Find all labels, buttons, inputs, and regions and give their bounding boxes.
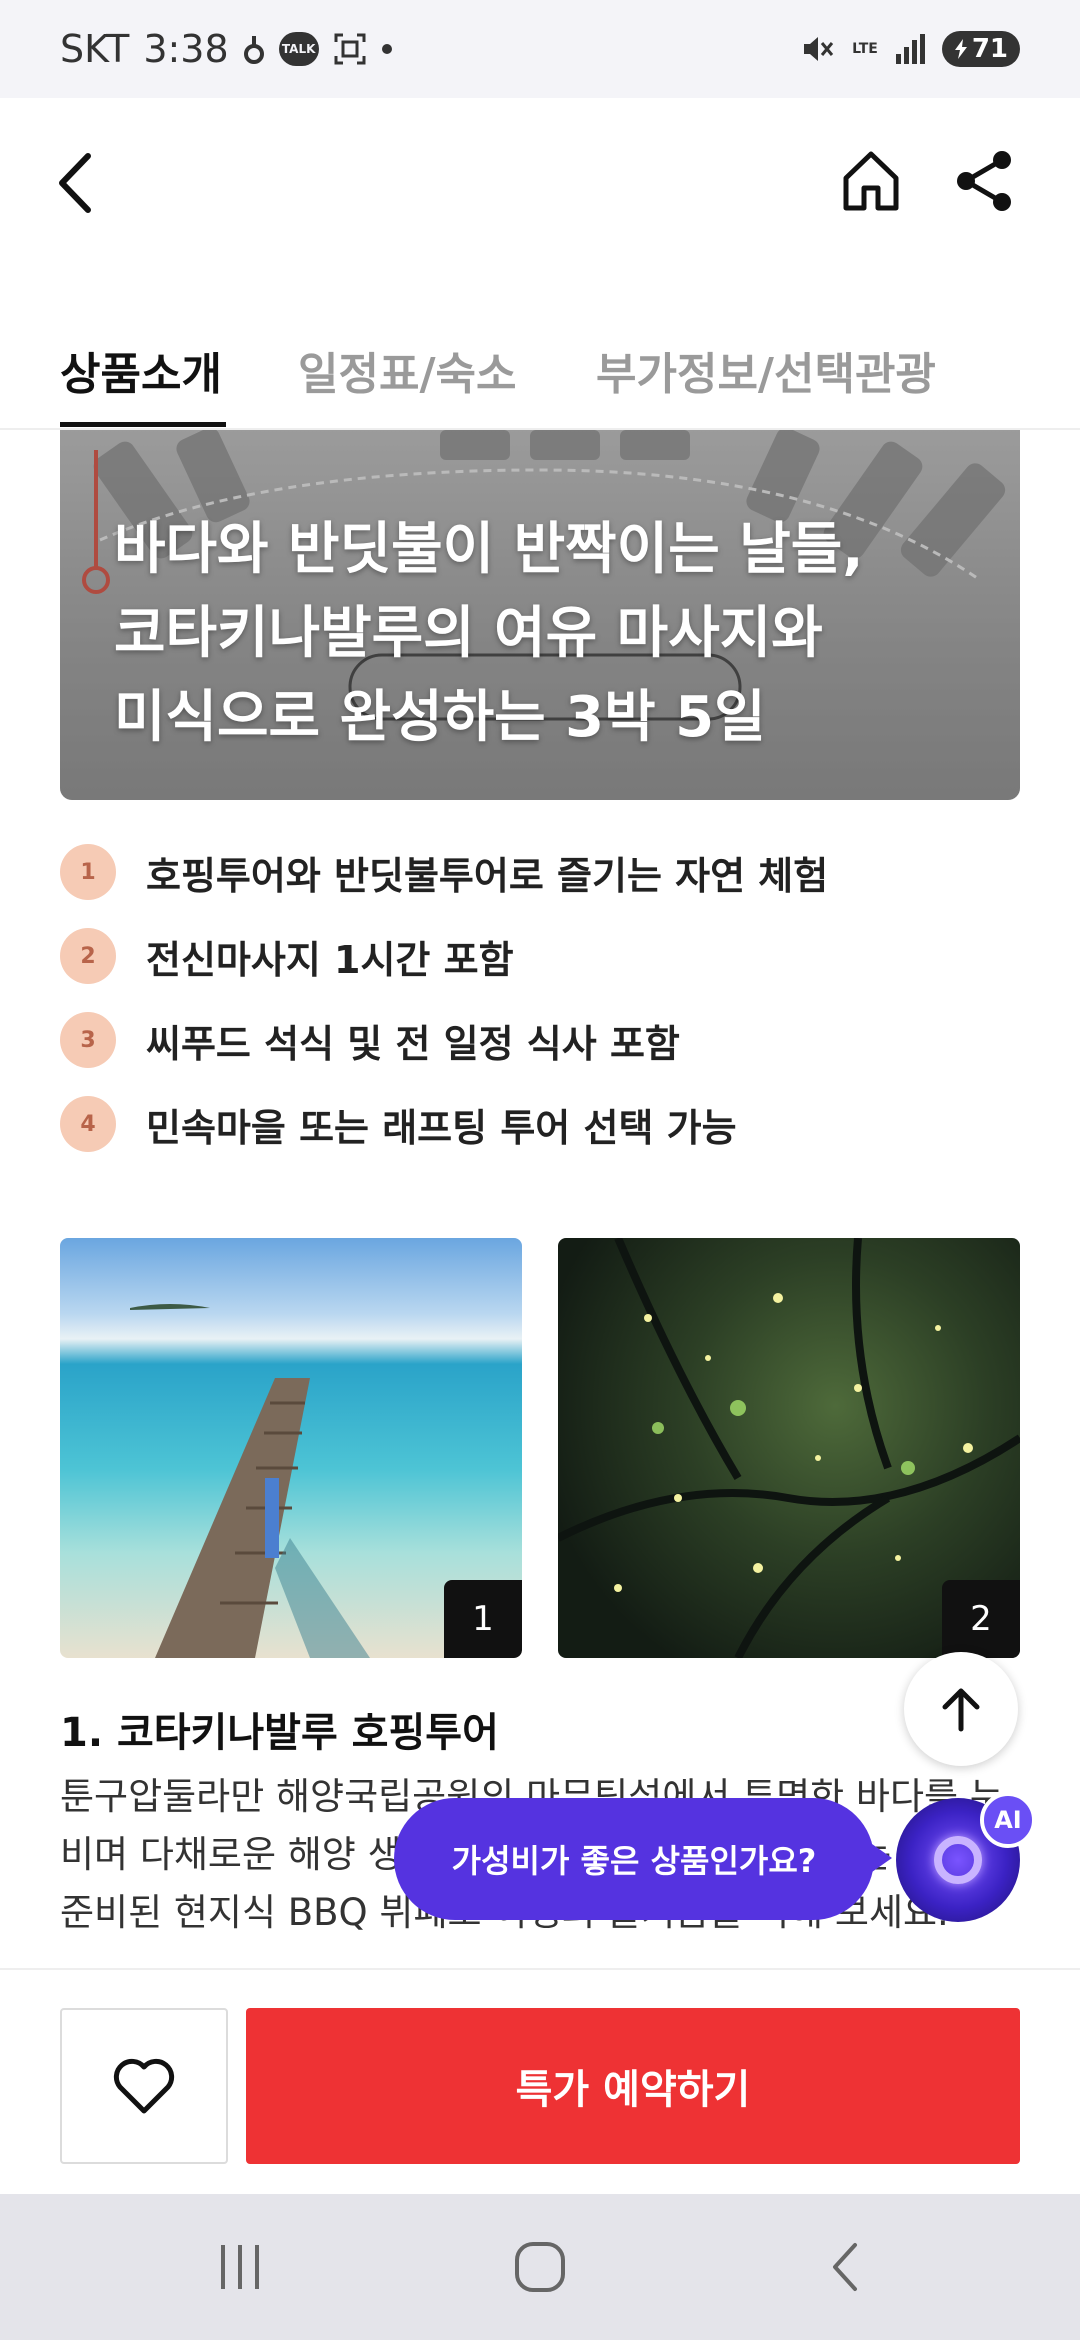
notification-icon: [243, 32, 265, 66]
tab-bar: 상품소개 일정표/숙소 부가정보/선택관광: [0, 318, 1080, 430]
photo-index-badge: 1: [444, 1580, 522, 1658]
highlight-item: 4 민속마을 또는 래프팅 투어 선택 가능: [60, 1082, 1020, 1166]
back-nav-icon: [833, 2243, 857, 2291]
ai-suggestion-bubble[interactable]: 가성비가 좋은 상품인가요?: [394, 1798, 892, 1920]
time-label: 3:38: [143, 27, 229, 71]
scroll-to-top-button[interactable]: [904, 1652, 1018, 1766]
home-button[interactable]: [838, 146, 904, 216]
photo-index-badge: 2: [942, 1580, 1020, 1658]
section-title: 1. 코타키나발루 호핑투어: [60, 1710, 499, 1756]
mute-icon: [800, 32, 836, 66]
tab-itinerary[interactable]: 일정표/숙소: [298, 338, 516, 402]
hero-title-line-1: 바다와 반딧불이 반짝이는 날들,: [114, 517, 864, 582]
hero-title-line-3: 미식으로 완성하는 3박 5일: [114, 685, 766, 750]
hero-title: 바다와 반딧불이 반짝이는 날들, 코타키나발루의 여유 마사지와 미식으로 완…: [114, 508, 974, 760]
top-header: [0, 98, 1080, 268]
highlight-item: 1 호핑투어와 반딧불투어로 즐기는 자연 체험: [60, 830, 1020, 914]
highlight-list: 1 호핑투어와 반딧불투어로 즐기는 자연 체험 2 전신마사지 1시간 포함 …: [60, 830, 1020, 1166]
back-button[interactable]: [48, 148, 112, 218]
signal-icon: [894, 32, 926, 66]
hand-three-icon: 3: [60, 1012, 116, 1068]
photo-fireflies[interactable]: 2: [558, 1238, 1020, 1658]
bottom-action-bar: 특가 예약하기: [0, 1968, 1080, 2194]
ai-badge: AI: [980, 1792, 1036, 1848]
battery-level: 71: [971, 34, 1008, 64]
highlight-item: 3 씨푸드 석식 및 전 일정 식사 포함: [60, 998, 1020, 1082]
tab-extra-info[interactable]: 부가정보/선택관광: [596, 338, 936, 402]
dot-icon: [381, 43, 393, 55]
wishlist-button[interactable]: [60, 2008, 228, 2164]
highlight-text: 호핑투어와 반딧불투어로 즐기는 자연 체험: [146, 853, 829, 898]
highlight-text: 민속마을 또는 래프팅 투어 선택 가능: [146, 1105, 737, 1150]
back-icon: [59, 153, 91, 213]
charging-icon: [954, 39, 967, 59]
share-button[interactable]: [952, 146, 1018, 216]
status-right: LTE 71: [800, 31, 1020, 67]
hand-two-icon: 2: [60, 928, 116, 984]
hero-banner: 바다와 반딧불이 반짝이는 날들, 코타키나발루의 여유 마사지와 미식으로 완…: [60, 430, 1020, 800]
tab-product-intro[interactable]: 상품소개: [60, 338, 222, 402]
status-bar: SKT 3:38 TALK LTE 71: [0, 0, 1080, 98]
screenshot-icon: [333, 32, 367, 66]
book-button[interactable]: 특가 예약하기: [246, 2008, 1020, 2164]
hero-title-line-2: 코타키나발루의 여유 마사지와: [114, 601, 823, 666]
network-label: LTE: [852, 41, 878, 57]
battery-indicator: 71: [941, 31, 1020, 67]
back-nav-button[interactable]: [785, 2194, 905, 2340]
home-icon: [843, 151, 899, 211]
heart-icon: [113, 2058, 175, 2114]
ai-ring-icon: [934, 1836, 982, 1884]
hand-one-icon: 1: [60, 844, 116, 900]
arrow-up-icon: [942, 1688, 980, 1732]
kakaotalk-icon: TALK: [278, 32, 319, 66]
highlight-text: 전신마사지 1시간 포함: [146, 937, 514, 982]
home-nav-icon: [515, 2242, 565, 2292]
tab-active-indicator: [60, 422, 226, 427]
status-left: SKT 3:38 TALK: [60, 27, 393, 71]
hand-four-icon: 4: [60, 1096, 116, 1152]
system-nav-bar: [0, 2194, 1080, 2340]
recent-apps-button[interactable]: [180, 2194, 300, 2340]
recent-apps-icon: [221, 2245, 259, 2289]
highlight-item: 2 전신마사지 1시간 포함: [60, 914, 1020, 998]
highlight-text: 씨푸드 석식 및 전 일정 식사 포함: [146, 1021, 680, 1066]
carrier-label: SKT: [60, 27, 130, 71]
home-nav-button[interactable]: [480, 2194, 600, 2340]
photo-pier-beach[interactable]: 1: [60, 1238, 522, 1658]
share-icon: [957, 151, 1011, 211]
